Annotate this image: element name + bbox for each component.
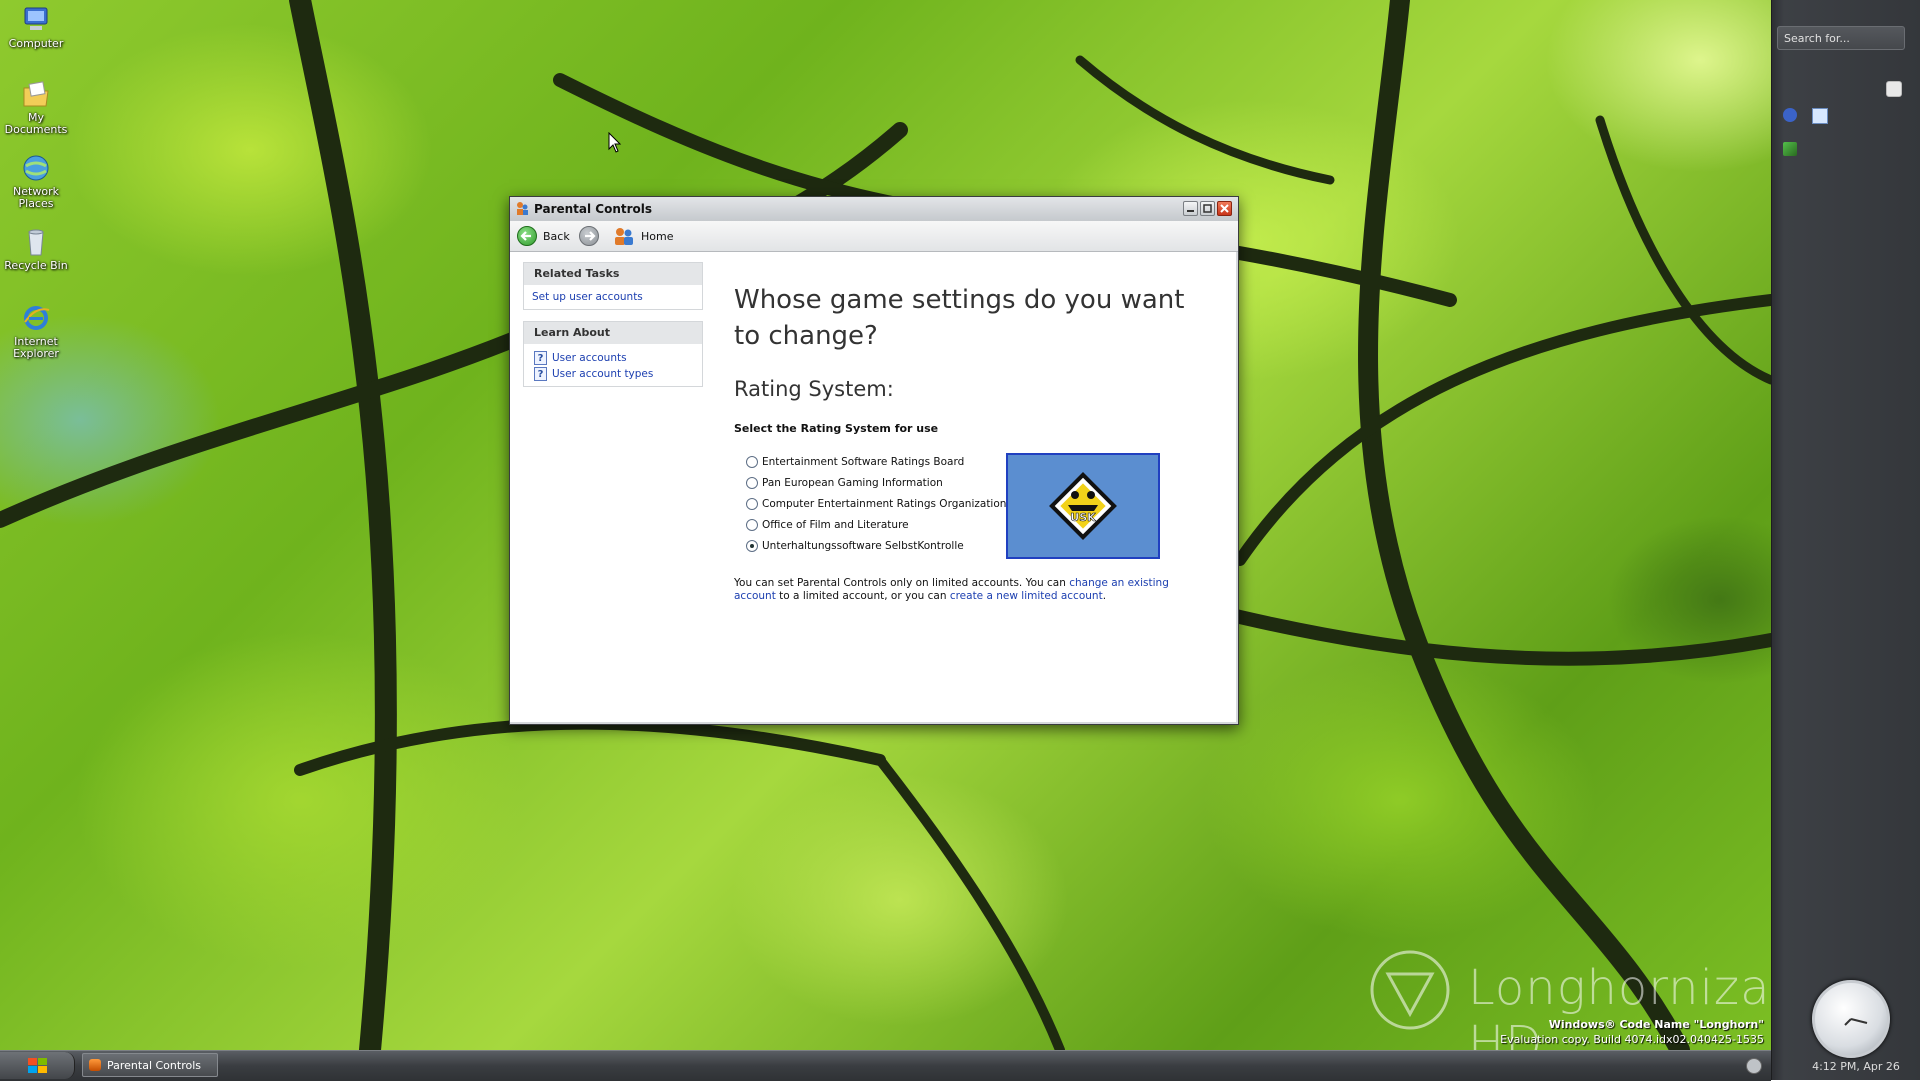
parental-controls-icon xyxy=(517,202,528,215)
desktop-icon-label: Computer xyxy=(8,37,64,50)
desktop-icon-label: Network Places xyxy=(13,185,59,210)
create-limited-account-link[interactable]: create a new limited account xyxy=(950,590,1103,602)
my-documents-icon xyxy=(23,81,49,107)
desktop-icon-recycle-bin[interactable]: Recycle Bin xyxy=(2,226,70,272)
desktop-icon-my-documents[interactable]: My Documents xyxy=(2,78,70,136)
build-info-version: Evaluation copy. Build 4074.idx02.040425… xyxy=(1500,1033,1764,1046)
note-text: to a limited account, or you can xyxy=(775,590,950,602)
help-icon: ? xyxy=(534,351,547,365)
window-titlebar[interactable]: Parental Controls xyxy=(510,197,1238,222)
internet-explorer-icon xyxy=(24,306,50,330)
user-account-types-link[interactable]: ? User account types xyxy=(532,367,702,381)
page-title: Whose game settings do you want to chang… xyxy=(734,285,1185,351)
related-tasks-pane: Related Tasks Set up user accounts xyxy=(523,262,703,310)
desktop-icon-label: Recycle Bin xyxy=(4,259,68,272)
taskbar-item-label: Parental Controls xyxy=(107,1059,201,1072)
recycle-bin-icon xyxy=(28,229,44,256)
select-rating-label: Select the Rating System for use xyxy=(734,422,939,435)
user-account-types-link-text: User account types xyxy=(552,368,654,380)
note-text: You can set Parental Controls only on li… xyxy=(734,577,1070,589)
back-button[interactable] xyxy=(517,226,537,246)
desktop-icon-network-places[interactable]: Network Places xyxy=(2,152,70,210)
forward-arrow-icon xyxy=(585,231,596,241)
sidebar xyxy=(1771,0,1920,1080)
maximize-button[interactable] xyxy=(1200,201,1215,216)
limited-accounts-note: You can set Parental Controls only on li… xyxy=(734,577,1214,603)
close-button[interactable] xyxy=(1217,201,1232,216)
radio-button[interactable] xyxy=(746,477,758,489)
home-label[interactable]: Home xyxy=(641,230,673,243)
network-places-icon xyxy=(23,155,49,181)
slideshow-icon[interactable] xyxy=(1812,108,1828,124)
notes-icon[interactable] xyxy=(1886,81,1902,97)
watermark-logo-icon xyxy=(1370,950,1450,1030)
messenger-icon[interactable] xyxy=(1783,108,1797,122)
rating-option-label: Computer Entertainment Ratings Organizat… xyxy=(762,498,1007,510)
maximize-icon xyxy=(1203,204,1212,213)
rating-option-label: Office of Film and Literature xyxy=(762,519,909,531)
window-title: Parental Controls xyxy=(534,202,653,216)
desktop-icon-label: Internet Explorer xyxy=(13,335,59,360)
taskbar xyxy=(0,1050,1771,1081)
tile-icon[interactable] xyxy=(1783,142,1797,156)
close-icon xyxy=(1220,204,1229,213)
mouse-cursor-icon xyxy=(608,132,622,153)
rating-option-label: Unterhaltungssoftware SelbstKontrolle xyxy=(762,540,964,552)
forward-button[interactable] xyxy=(579,226,599,246)
back-label[interactable]: Back xyxy=(543,230,570,243)
sidebar-search-input[interactable]: Search for... xyxy=(1777,26,1905,50)
rating-option-label: Entertainment Software Ratings Board xyxy=(762,456,965,468)
navigation-toolbar: Back Home xyxy=(510,221,1238,252)
taskbar-item-parental-controls[interactable]: Parental Controls xyxy=(82,1053,218,1077)
minimize-icon xyxy=(1187,210,1194,212)
parental-controls-window: Parental Controls Back Home Related Task… xyxy=(509,196,1239,725)
radio-button-selected[interactable] xyxy=(746,540,758,552)
rating-system-heading: Rating System: xyxy=(734,377,894,401)
radio-button[interactable] xyxy=(746,498,758,510)
desktop-icon-internet-explorer[interactable]: Internet Explorer xyxy=(2,302,70,360)
set-up-user-accounts-link[interactable]: Set up user accounts xyxy=(532,291,702,303)
sidebar-clock-text: 4:12 PM, Apr 26 xyxy=(1812,1060,1900,1073)
user-accounts-link[interactable]: ? User accounts xyxy=(532,351,702,365)
usk-logo-icon: USK xyxy=(1049,472,1117,540)
rating-option-label: Pan European Gaming Information xyxy=(762,477,943,489)
computer-icon xyxy=(24,7,48,30)
radio-button[interactable] xyxy=(746,456,758,468)
window-content: Related Tasks Set up user accounts Learn… xyxy=(510,252,1236,722)
back-arrow-icon xyxy=(520,231,531,241)
rating-system-logo: USK xyxy=(1006,453,1160,559)
user-accounts-link-text: User accounts xyxy=(552,352,627,364)
home-users-icon[interactable] xyxy=(613,227,635,245)
note-text: . xyxy=(1102,590,1107,602)
clock-hands-icon xyxy=(1844,1018,1868,1026)
parental-controls-icon xyxy=(89,1059,101,1071)
desktop-icon-computer[interactable]: Computer xyxy=(2,4,70,50)
learn-about-pane: Learn About ? User accounts ? User accou… xyxy=(523,321,703,387)
desktop-icon-label: My Documents xyxy=(4,111,68,136)
help-icon: ? xyxy=(534,367,547,381)
radio-button[interactable] xyxy=(746,519,758,531)
windows-logo-icon xyxy=(28,1058,47,1073)
usk-logo-text: USK xyxy=(1070,511,1096,524)
related-tasks-heading: Related Tasks xyxy=(524,263,702,285)
clock-face-icon xyxy=(1812,980,1890,1058)
learn-about-heading: Learn About xyxy=(524,322,702,344)
build-info-title: Windows® Code Name "Longhorn" xyxy=(1548,1018,1764,1031)
minimize-button[interactable] xyxy=(1183,201,1198,216)
tray-chevron-icon[interactable] xyxy=(1746,1058,1762,1074)
start-button[interactable] xyxy=(0,1052,75,1079)
